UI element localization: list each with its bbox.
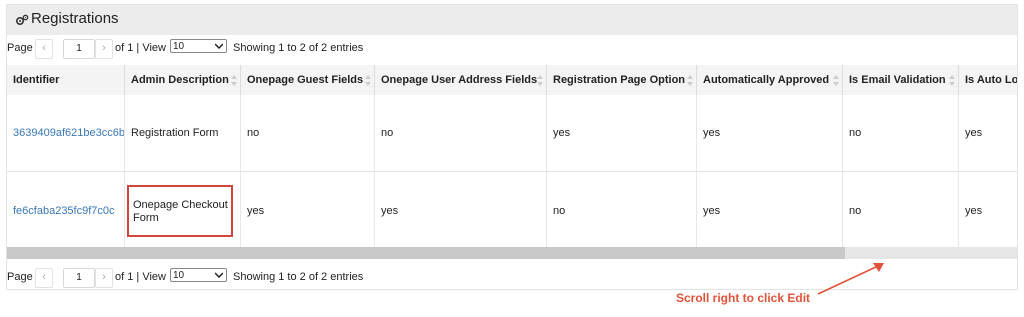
annotation-arrow-icon <box>817 263 884 295</box>
annotation-text: Scroll right to click Edit <box>676 291 811 305</box>
